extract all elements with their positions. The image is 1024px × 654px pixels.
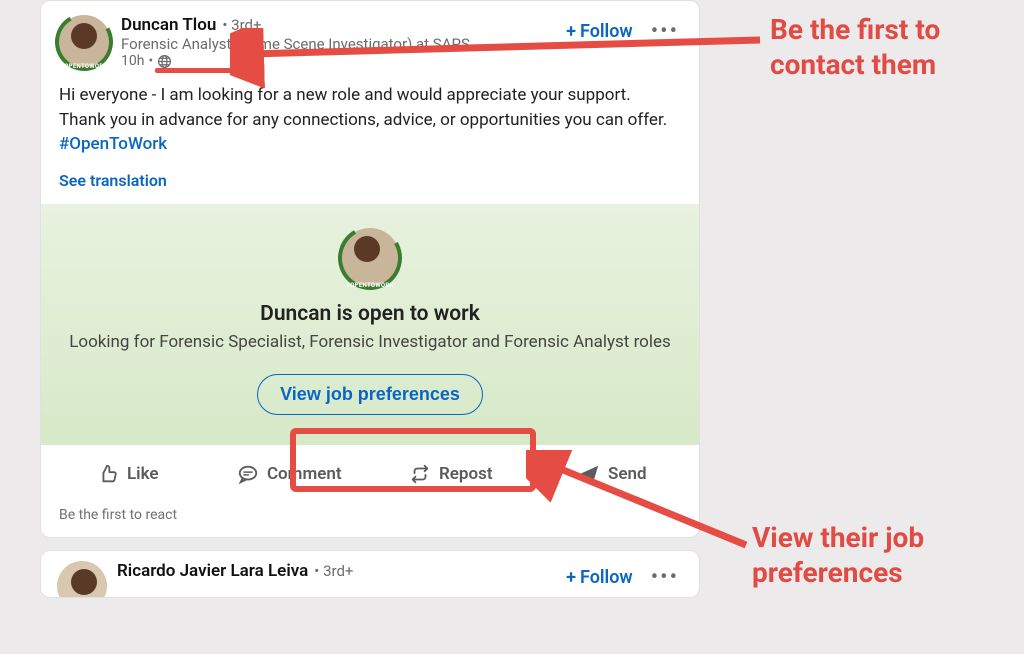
post-body: Hi everyone - I am looking for a new rol… [41,75,699,157]
author-avatar[interactable]: #OPENTOWORK [57,15,111,69]
annotation-callout: Be the first to contact them [770,12,1024,82]
post-header: #OPENTOWORK Duncan Tlou • 3rd+ Forensic … [41,1,699,75]
otw-subtitle: Looking for Forensic Specialist, Forensi… [65,332,675,352]
comment-icon [237,463,259,485]
send-icon [578,463,600,485]
comment-button[interactable]: Comment [209,453,371,495]
author-avatar[interactable] [57,561,107,598]
otw-title: Duncan is open to work [65,302,675,326]
follow-button[interactable]: + Follow [566,21,633,42]
author-headline: Forensic Analyst (Crime Scene Investigat… [121,35,481,53]
plus-icon: + [566,21,576,42]
see-translation-link[interactable]: See translation [41,157,699,204]
plus-icon: + [566,567,576,588]
author-name[interactable]: Ricardo Javier Lara Leiva [117,561,308,581]
globe-icon [157,54,172,69]
send-button[interactable]: Send [532,453,694,495]
overflow-menu-icon[interactable]: ••• [647,565,683,590]
like-button[interactable]: Like [47,453,209,495]
open-to-work-panel: #OPENTOWORK Duncan is open to work Looki… [41,204,699,445]
feed-post: #OPENTOWORK Duncan Tlou • 3rd+ Forensic … [40,0,700,538]
annotation-callout: View their job preferences [752,520,1024,590]
post-actions-bar: Like Comment Repost Send [41,445,699,503]
otw-avatar[interactable]: #OPENTOWORK [340,228,400,288]
connection-degree: • 3rd+ [314,562,353,580]
repost-icon [409,463,431,485]
feed-post: Ricardo Javier Lara Leiva • 3rd+ + Follo… [40,550,700,598]
like-icon [97,463,119,485]
overflow-menu-icon[interactable]: ••• [647,19,683,44]
repost-button[interactable]: Repost [370,453,532,495]
hashtag-link[interactable]: #OpenToWork [59,134,167,154]
post-meta: 10h • [121,53,566,69]
author-name[interactable]: Duncan Tlou [121,15,216,35]
view-job-preferences-button[interactable]: View job preferences [257,374,483,415]
post-time: 10h [121,53,144,69]
connection-degree: • 3rd+ [222,16,261,34]
reactions-prompt[interactable]: Be the first to react [41,503,699,537]
follow-button[interactable]: + Follow [566,567,633,588]
